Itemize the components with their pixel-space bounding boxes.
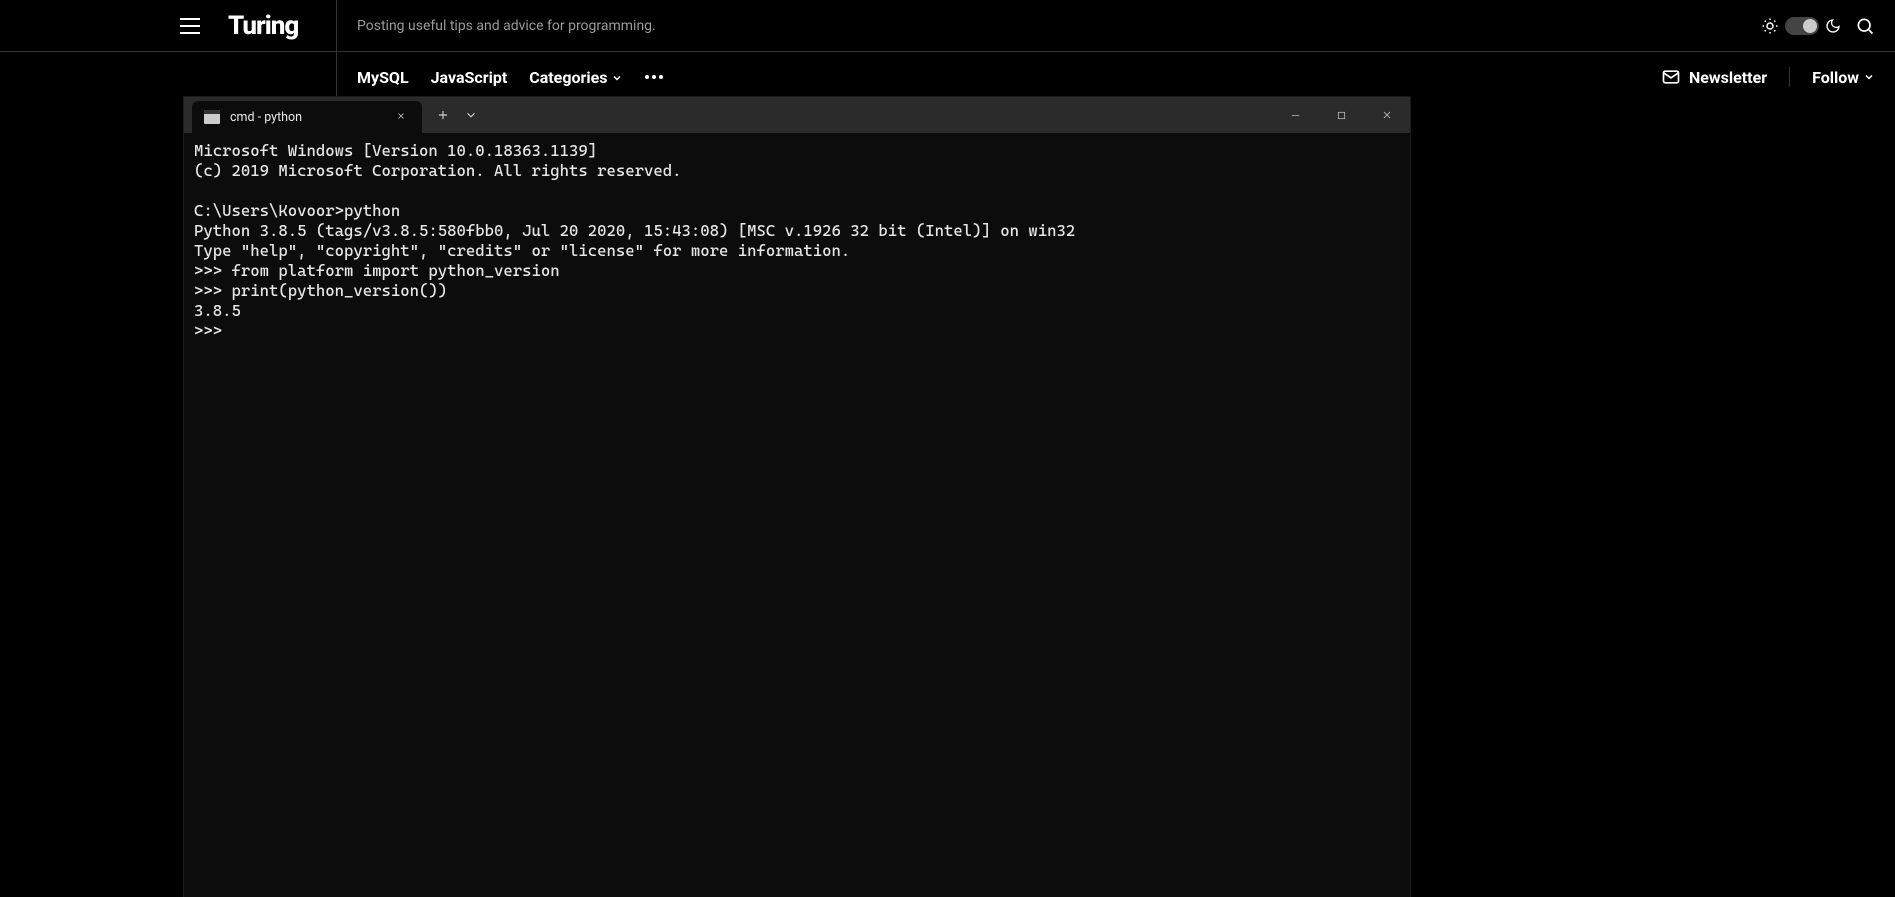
terminal-tab[interactable]: cmd - python — [192, 101, 422, 133]
chevron-down-icon — [1863, 71, 1875, 83]
newsletter-link[interactable]: Newsletter — [1661, 67, 1790, 87]
new-tab-icon[interactable] — [436, 108, 450, 122]
theme-toggle[interactable] — [1761, 17, 1841, 35]
tab-dropdown-icon[interactable] — [464, 108, 478, 122]
nav-spacer — [0, 52, 337, 102]
titlebar-left: cmd - python — [184, 97, 478, 133]
maximize-button[interactable] — [1318, 97, 1364, 133]
terminal-body[interactable]: Microsoft Windows [Version 10.0.18363.11… — [184, 133, 1410, 897]
site-navbar: MySQL JavaScript Categories Newsletter F… — [0, 52, 1895, 102]
terminal-window: cmd - python — [184, 97, 1410, 897]
site-tagline: Posting useful tips and advice for progr… — [357, 18, 656, 34]
close-button[interactable] — [1364, 97, 1410, 133]
nav-link-categories-label: Categories — [529, 68, 607, 87]
search-icon[interactable] — [1855, 16, 1875, 36]
mail-icon — [1661, 67, 1681, 87]
tab-close-icon[interactable] — [392, 107, 410, 127]
nav-link-categories[interactable]: Categories — [529, 68, 623, 87]
menu-icon[interactable] — [180, 18, 200, 34]
nav-links: MySQL JavaScript Categories — [357, 68, 663, 87]
terminal-tab-title: cmd - python — [230, 110, 382, 125]
moon-icon — [1825, 18, 1841, 34]
site-right: Posting useful tips and advice for progr… — [337, 0, 1895, 51]
nav-right: Newsletter Follow — [1661, 67, 1875, 87]
tab-actions — [422, 108, 478, 122]
nav-link-mysql[interactable]: MySQL — [357, 68, 409, 87]
nav-main: MySQL JavaScript Categories Newsletter F… — [337, 52, 1895, 102]
cmd-icon — [204, 110, 220, 124]
theme-toggle-track[interactable] — [1785, 17, 1819, 35]
follow-link[interactable]: Follow — [1790, 68, 1875, 87]
top-actions — [1761, 16, 1875, 36]
minimize-button[interactable] — [1272, 97, 1318, 133]
chevron-down-icon — [611, 72, 623, 84]
terminal-titlebar: cmd - python — [184, 97, 1410, 133]
more-icon[interactable] — [645, 75, 663, 79]
newsletter-label: Newsletter — [1689, 68, 1767, 87]
site-logo[interactable]: Turing — [228, 11, 298, 41]
window-controls — [1272, 97, 1410, 133]
follow-label: Follow — [1812, 68, 1859, 87]
site-left: Turing — [0, 0, 337, 51]
site-topbar: Turing Posting useful tips and advice fo… — [0, 0, 1895, 52]
sun-icon — [1761, 17, 1779, 35]
nav-link-javascript[interactable]: JavaScript — [431, 68, 508, 87]
